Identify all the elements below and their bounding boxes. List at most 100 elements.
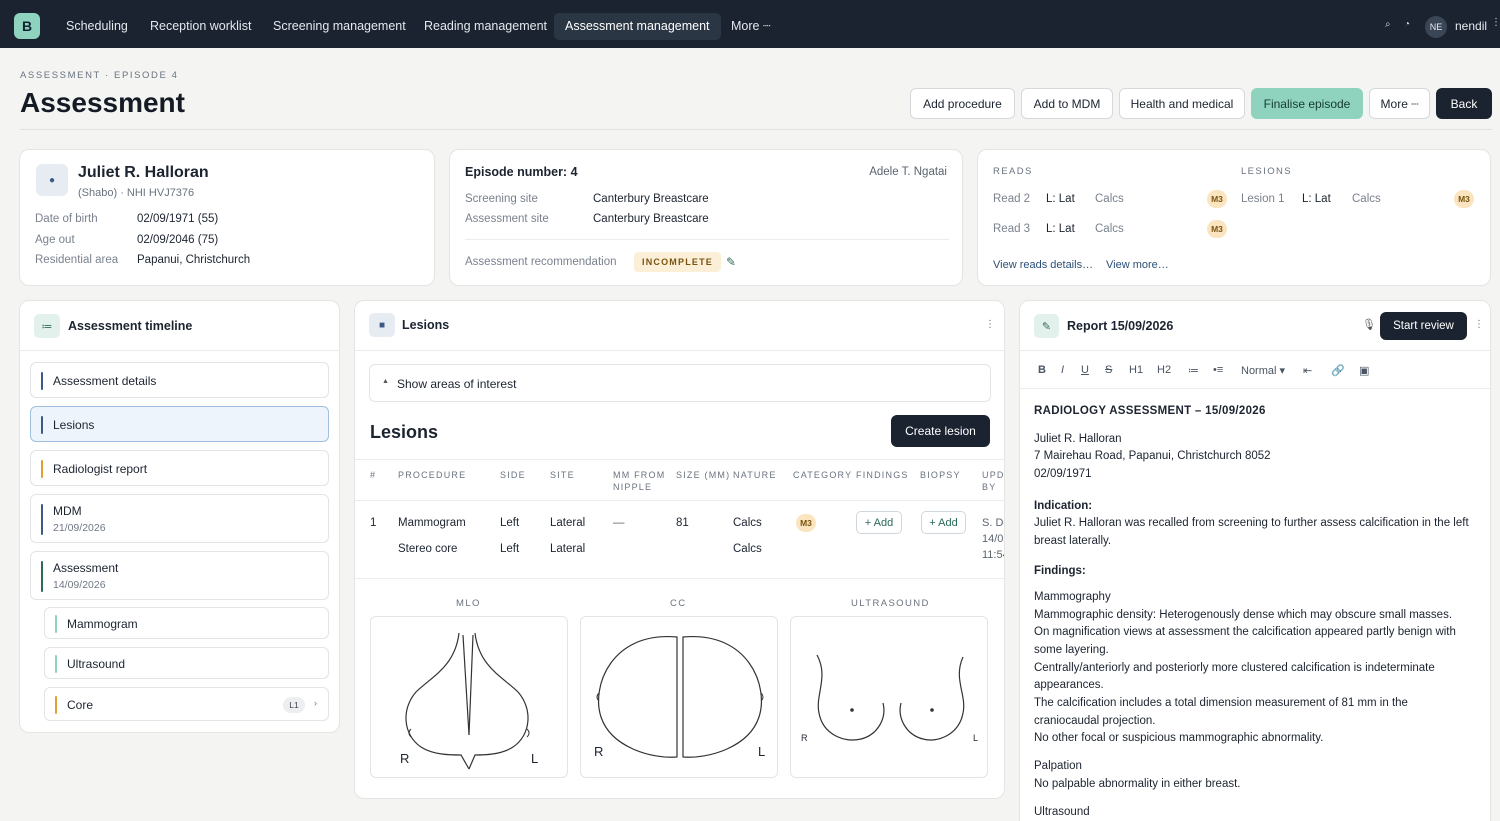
timeline-item-label: Lesions (53, 418, 95, 432)
diagram-label-ultrasound: ULTRASOUND (851, 598, 930, 609)
timeline-item-assessment-details[interactable]: Assessment details (30, 362, 329, 398)
patient-nhi: (Shabo) · NHI HVJ7376 (78, 187, 195, 199)
health-and-medical-button[interactable]: Health and medical (1119, 88, 1245, 119)
avatar[interactable]: NE (1425, 16, 1447, 38)
cc-diagram[interactable]: R L (580, 616, 778, 778)
kebab-menu-icon[interactable]: ⋮ (1474, 319, 1484, 330)
chevron-right-icon: › (314, 698, 317, 708)
timeline-item-ultrasound[interactable]: Ultrasound (44, 647, 329, 679)
timeline-item-label: Core (67, 698, 94, 712)
column-header-biopsy: BIOPSY (920, 470, 961, 480)
strikethrough-button[interactable]: S (1105, 364, 1112, 376)
patient-card: ● Juliet R. Halloran (Shabo) · NHI HVJ73… (19, 149, 435, 286)
assessment-site-value: Canterbury Breastcare (593, 213, 709, 225)
italic-button[interactable]: I (1061, 364, 1064, 376)
app-logo[interactable]: B (14, 13, 40, 39)
create-lesion-button[interactable]: Create lesion (891, 415, 990, 447)
image-icon[interactable]: ▣ (1359, 364, 1369, 377)
timeline-marker (41, 460, 43, 478)
kebab-menu-icon[interactable]: ⋮ (985, 319, 995, 330)
view-more-link[interactable]: View more… (1106, 259, 1169, 271)
timeline-item-radiologist-report[interactable]: Radiologist report (30, 450, 329, 486)
add-biopsy-button[interactable]: + Add (921, 511, 966, 534)
nav-reception-worklist[interactable]: Reception worklist (139, 13, 262, 40)
read-name: Read 3 (993, 223, 1031, 235)
back-button[interactable]: Back (1436, 88, 1492, 119)
microphone-icon[interactable]: 🎙 (1362, 318, 1376, 331)
divider (355, 350, 1004, 351)
divider (465, 239, 949, 240)
diagram-label-mlo: MLO (456, 598, 481, 609)
screening-site-value: Canterbury Breastcare (593, 193, 709, 205)
timeline-marker (55, 696, 57, 714)
indication-heading: Indication: (1034, 500, 1093, 512)
show-areas-toggle[interactable]: ▲ Show areas of interest (369, 364, 991, 402)
nav-more[interactable]: More ┈ (720, 13, 781, 40)
reads-heading: READS (993, 166, 1033, 177)
timeline-item-label: Assessment details (53, 374, 157, 388)
nav-assessment-management[interactable]: Assessment management (554, 13, 721, 40)
ultrasound-diagram[interactable]: R L (790, 616, 988, 778)
text-style-select[interactable]: Normal ▾ (1241, 364, 1285, 377)
area-label: Residential area (35, 254, 119, 266)
menu-icon[interactable]: ⋮ (1491, 17, 1500, 28)
numbered-list-button[interactable]: ≔ (1188, 364, 1199, 377)
timeline-item-mdm[interactable]: MDM 21/09/2026 (30, 494, 329, 543)
recommendation-label: Assessment recommendation (465, 256, 617, 268)
palpation-heading: Palpation (1034, 760, 1082, 772)
divider (1020, 388, 1490, 389)
nav-scheduling[interactable]: Scheduling (55, 13, 139, 40)
underline-button[interactable]: U (1081, 364, 1089, 376)
indent-button[interactable]: ⇤ (1303, 364, 1312, 377)
nav-screening-management[interactable]: Screening management (262, 13, 417, 40)
add-to-mdm-button[interactable]: Add to MDM (1021, 88, 1113, 119)
bold-button[interactable]: B (1038, 364, 1046, 376)
column-header-updated-by: UPDATED BY (982, 470, 1004, 492)
more-button[interactable]: More ┈ (1369, 88, 1430, 119)
edit-icon[interactable]: ✎ (726, 255, 736, 269)
findings-text: appearances. (1034, 679, 1104, 691)
timeline-item-lesions[interactable]: Lesions (30, 406, 329, 442)
link-icon[interactable]: 🔗 (1331, 364, 1345, 377)
nav-reading-management[interactable]: Reading management (413, 13, 558, 40)
show-areas-label: Show areas of interest (397, 377, 517, 391)
read-type: Calcs (1095, 193, 1124, 205)
pencil-icon: ✎ (1034, 314, 1059, 338)
add-finding-button[interactable]: + Add (856, 511, 902, 534)
category-badge: M3 (1454, 190, 1474, 208)
heading1-button[interactable]: H1 (1129, 364, 1143, 376)
findings-text: some layering. (1034, 644, 1109, 656)
finalise-episode-button[interactable]: Finalise episode (1251, 88, 1363, 119)
clock-icon[interactable]: ◔ (1404, 19, 1410, 30)
right-side-label: R (400, 751, 410, 766)
search-icon[interactable]: ⌕ (1385, 19, 1391, 30)
timeline-item-label: Radiologist report (53, 462, 148, 476)
screening-site-label: Screening site (465, 193, 538, 205)
timeline-marker (41, 416, 43, 434)
cell-site: Lateral (550, 543, 586, 555)
bullet-list-button[interactable]: •≡ (1213, 364, 1223, 376)
report-patient-address: 7 Mairehau Road, Papanui, Christchurch 8… (1034, 450, 1271, 462)
column-header-nature: NATURE (733, 470, 777, 480)
column-header-site: SITE (550, 470, 575, 480)
cell-size: 81 (676, 517, 689, 529)
read-side: L: Lat (1046, 223, 1075, 235)
view-reads-link[interactable]: View reads details… (993, 259, 1093, 271)
indication-text: Juliet R. Halloran was recalled from scr… (1034, 517, 1469, 529)
right-side-label: R (594, 744, 604, 759)
heading2-button[interactable]: H2 (1157, 364, 1171, 376)
timeline-marker (55, 615, 57, 633)
lesions-heading: Lesions (370, 422, 439, 442)
column-header-findings: FINDINGS (856, 470, 909, 480)
episode-card: Episode number: 4 Adele T. Ngatai Screen… (449, 149, 963, 286)
mlo-diagram[interactable]: R L (370, 616, 568, 778)
add-procedure-button[interactable]: Add procedure (910, 88, 1015, 119)
dob-value: 02/09/1971 (55) (137, 213, 219, 225)
timeline-item-mammogram[interactable]: Mammogram (44, 607, 329, 639)
left-side-label: L (531, 751, 539, 766)
timeline-item-assessment[interactable]: Assessment 14/09/2026 (30, 551, 329, 600)
timeline-item-core[interactable]: Core L1 › (44, 687, 329, 721)
start-review-button[interactable]: Start review (1380, 312, 1467, 340)
user-name[interactable]: nendil (1455, 19, 1487, 33)
right-side-label: R (801, 733, 808, 743)
